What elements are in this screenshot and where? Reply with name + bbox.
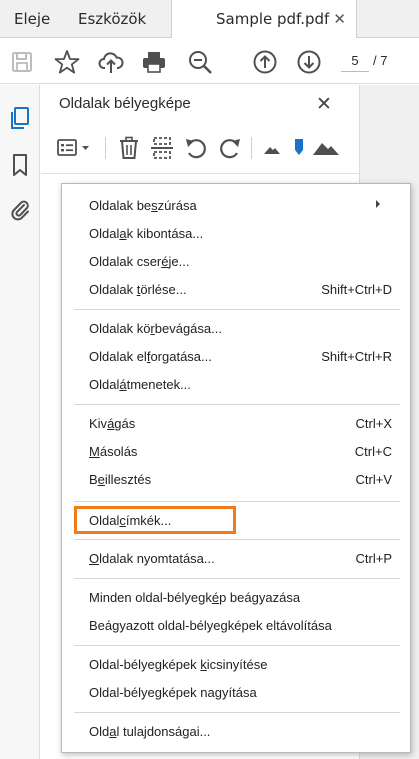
menu-item-label: Minden oldal-bélyegkép beágyazása [89, 590, 301, 605]
tab-tools[interactable]: Eszközök [78, 0, 146, 38]
menu-item-shortcut: Ctrl+X [355, 416, 392, 431]
tab-home[interactable]: Eleje [14, 0, 50, 38]
menu-item-shortcut: Ctrl+P [355, 551, 392, 566]
attachment-icon[interactable] [9, 198, 31, 222]
page-number-input[interactable]: 5 [341, 50, 369, 72]
menu-separator [74, 712, 400, 713]
menu-item-label: Beillesztés [89, 472, 152, 487]
menu-item-label: Oldalak cseréje... [89, 254, 190, 269]
zoom-large-icon[interactable] [311, 135, 341, 161]
menu-item-shortcut: Ctrl+V [355, 472, 392, 487]
menu-separator [74, 645, 400, 646]
menu-item-shortcut: Shift+Ctrl+D [321, 282, 392, 297]
page-thumbnails-icon[interactable] [9, 106, 31, 130]
menu-item-label: Oldalak törlése... [89, 282, 187, 297]
panel-title: Oldalak bélyegképe [59, 95, 191, 112]
menu-item-label: Oldalak nyomtatása... [89, 551, 215, 566]
menu-item-label: Oldalak kibontása... [89, 226, 204, 241]
submenu-arrow-icon [376, 200, 380, 208]
menu-item-label: Beágyazott oldal-bélyegképek eltávolítás… [89, 618, 332, 633]
menu-item-label: Másolás [89, 444, 138, 459]
menu-item-label: Oldal-bélyegképek nagyítása [89, 685, 257, 700]
toolbar: 5 / 7 [0, 38, 419, 84]
options-menu-icon[interactable] [55, 135, 95, 161]
menu-item-delete-pages[interactable]: Oldalak törlése... Shift+Ctrl+D [62, 278, 410, 302]
page-total: / 7 [373, 53, 388, 68]
toolbar-divider [105, 137, 106, 159]
menu-item-print-pages[interactable]: Oldalak nyomtatása... Ctrl+P [62, 547, 410, 571]
context-menu: Oldalak beszúrása Oldalak kibontása... Old… [61, 183, 411, 753]
menu-item-label: Oldal tulajdonságai... [89, 724, 211, 739]
menu-item-replace-pages[interactable]: Oldalak cseréje... [62, 250, 410, 274]
upload-cloud-icon[interactable] [98, 49, 124, 75]
menu-separator [74, 501, 400, 502]
menu-item-rotate-pages[interactable]: Oldalak elforgatása... Shift+Ctrl+R [62, 345, 410, 369]
rotate-clockwise-icon[interactable] [218, 135, 242, 161]
panel-toolbar [55, 135, 355, 161]
menu-item-enlarge-thumbnails[interactable]: Oldal-bélyegképek nagyítása [62, 681, 410, 705]
zoom-small-icon[interactable] [260, 135, 284, 161]
pin-icon[interactable] [287, 135, 311, 161]
menu-item-label: Oldalak beszúrása [89, 198, 197, 213]
menu-item-copy[interactable]: Másolás Ctrl+C [62, 440, 410, 464]
previous-page-icon[interactable] [252, 49, 278, 75]
menu-separator [74, 578, 400, 579]
menu-item-insert-pages[interactable]: Oldalak beszúrása [62, 194, 410, 218]
menu-separator [74, 309, 400, 310]
menu-item-label: Oldalak elforgatása... [89, 349, 212, 364]
menu-separator [74, 404, 400, 405]
menu-item-label: Oldalátmenetek... [89, 377, 191, 392]
menu-item-paste[interactable]: Beillesztés Ctrl+V [62, 468, 410, 492]
close-panel-icon[interactable]: ✕ [316, 93, 332, 115]
rotate-counterclockwise-icon[interactable] [184, 135, 208, 161]
menu-item-shortcut: Ctrl+C [354, 444, 392, 459]
star-icon[interactable] [54, 49, 80, 75]
menu-item-crop-pages[interactable]: Oldalak körbevágása... [62, 317, 410, 341]
menu-item-shortcut: Shift+Ctrl+R [321, 349, 392, 364]
tab-document[interactable]: Sample pdf.pdf ✕ [171, 0, 357, 39]
menu-item-label: Kivágás [89, 416, 136, 431]
close-tab-icon[interactable]: ✕ [333, 0, 346, 38]
menu-item-reduce-thumbnails[interactable]: Oldal-bélyegképek kicsinyítése [62, 653, 410, 677]
next-page-icon[interactable] [296, 49, 322, 75]
menu-item-cut[interactable]: Kivágás Ctrl+X [62, 412, 410, 436]
menu-item-page-properties[interactable]: Oldal tulajdonságai... [62, 720, 410, 744]
menu-item-label: Oldal-bélyegképek kicsinyítése [89, 657, 268, 672]
save-icon[interactable] [9, 49, 35, 75]
extract-icon[interactable] [150, 135, 174, 161]
menu-item-remove-embedded-thumbnails[interactable]: Beágyazott oldal-bélyegképek eltávolítás… [62, 614, 410, 638]
menu-item-page-transitions[interactable]: Oldalátmenetek... [62, 373, 410, 397]
bookmark-icon[interactable] [9, 153, 31, 177]
print-icon[interactable] [141, 49, 167, 75]
tab-bar: Eleje Eszközök Sample pdf.pdf ✕ [0, 0, 419, 39]
menu-item-label: Oldalak körbevágása... [89, 321, 222, 336]
zoom-out-icon[interactable] [187, 49, 213, 75]
tab-document-label: Sample pdf.pdf [216, 10, 330, 28]
panel-divider [41, 173, 359, 174]
menu-item-embed-all-thumbnails[interactable]: Minden oldal-bélyegkép beágyazása [62, 586, 410, 610]
left-rail [0, 85, 40, 759]
menu-item-extract-pages[interactable]: Oldalak kibontása... [62, 222, 410, 246]
delete-icon[interactable] [117, 135, 141, 161]
menu-separator [74, 539, 400, 540]
highlight-box [74, 506, 236, 534]
toolbar-divider [251, 137, 252, 159]
